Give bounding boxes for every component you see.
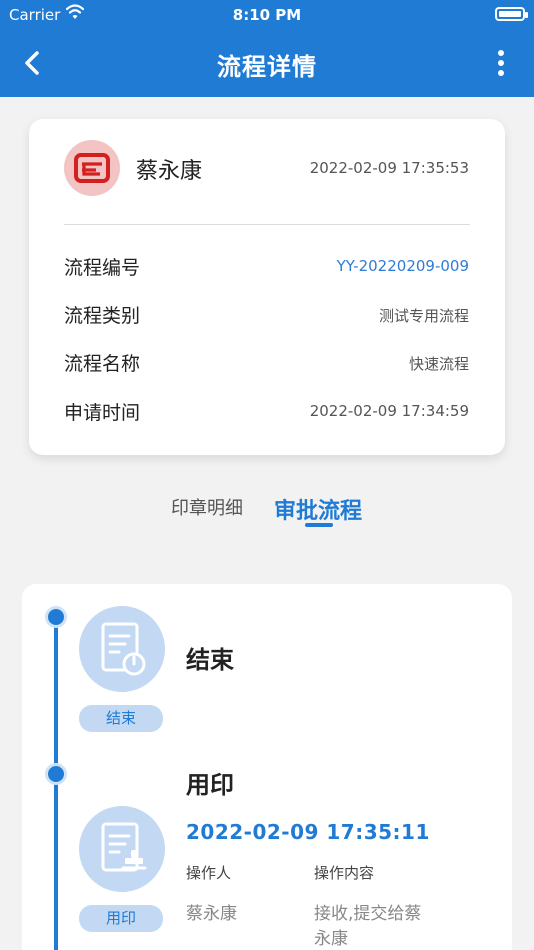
process-number-value[interactable]: YY-20220209-009	[337, 257, 469, 275]
process-info-card: 蔡永康 2022-02-09 17:35:53 流程编号 YY-20220209…	[29, 119, 505, 455]
info-row-number: 流程编号 YY-20220209-009	[64, 253, 469, 283]
info-label: 流程类别	[64, 305, 141, 327]
divider	[64, 224, 470, 225]
timeline-dot	[45, 763, 67, 785]
step-title-end: 结束	[186, 646, 234, 674]
battery-icon	[495, 7, 528, 21]
status-bar: Carrier 8:10 PM	[0, 0, 534, 30]
approval-flow-card: 结束 结束 用印 用印 2022-02-09 17:35:11 操作人 操作内容…	[22, 584, 512, 950]
status-time: 8:10 PM	[232, 6, 302, 24]
seal-logo-icon	[66, 142, 118, 194]
tab-seal-details[interactable]: 印章明细	[171, 494, 243, 520]
info-label: 流程编号	[64, 257, 141, 279]
step-badge-end: 结束	[79, 705, 163, 732]
seal-step-icon	[79, 806, 165, 892]
avatar	[64, 140, 120, 196]
document-power-icon	[101, 622, 146, 676]
info-value: 测试专用流程	[378, 307, 469, 325]
more-vertical-icon[interactable]	[496, 48, 506, 78]
info-value: 快速流程	[408, 355, 469, 373]
content-header: 操作内容	[314, 864, 375, 882]
created-time: 2022-02-09 17:35:53	[309, 159, 469, 177]
page-title: 流程详情	[217, 53, 317, 81]
operator-header: 操作人	[186, 864, 232, 882]
document-stamp-icon	[101, 822, 147, 872]
end-step-icon	[79, 606, 165, 692]
info-value: 2022-02-09 17:34:59	[309, 402, 469, 420]
info-label: 流程名称	[64, 353, 141, 375]
content-value-line1: 接收,提交给蔡	[314, 904, 422, 924]
info-row-name: 流程名称 快速流程	[64, 349, 469, 379]
active-tab-indicator	[305, 523, 333, 527]
nav-bar: 流程详情	[0, 30, 534, 97]
info-row-category: 流程类别 测试专用流程	[64, 301, 469, 331]
info-label: 申请时间	[64, 402, 141, 424]
content-value-line2: 永康	[314, 929, 348, 949]
step-time: 2022-02-09 17:35:11	[186, 820, 430, 844]
top-bar: Carrier 8:10 PM 流程详情	[0, 0, 534, 97]
step-title-seal: 用印	[186, 771, 234, 799]
timeline-dot	[45, 606, 67, 628]
applicant-name: 蔡永康	[136, 159, 203, 184]
tab-approval-flow[interactable]: 审批流程	[274, 493, 362, 525]
info-row-apply-time: 申请时间 2022-02-09 17:34:59	[64, 398, 469, 428]
step-badge-seal: 用印	[79, 905, 163, 932]
operator-value: 蔡永康	[186, 904, 237, 924]
